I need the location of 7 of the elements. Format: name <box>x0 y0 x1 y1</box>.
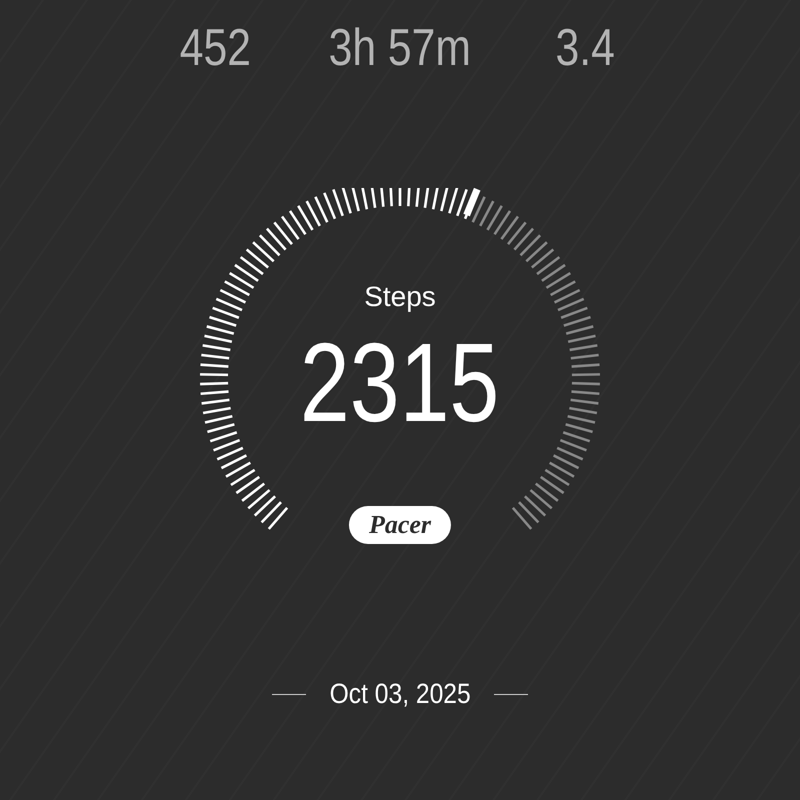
date-label: Oct 03, 2025 <box>329 678 471 710</box>
brand-logo: Pacer <box>348 506 452 544</box>
steps-label: Steps <box>364 281 436 312</box>
steps-count: 2315 <box>300 320 500 445</box>
stat-value: 452 <box>179 18 251 78</box>
stat-value: 3h 57m <box>328 18 472 78</box>
stat-value: 3.4 <box>555 18 615 78</box>
